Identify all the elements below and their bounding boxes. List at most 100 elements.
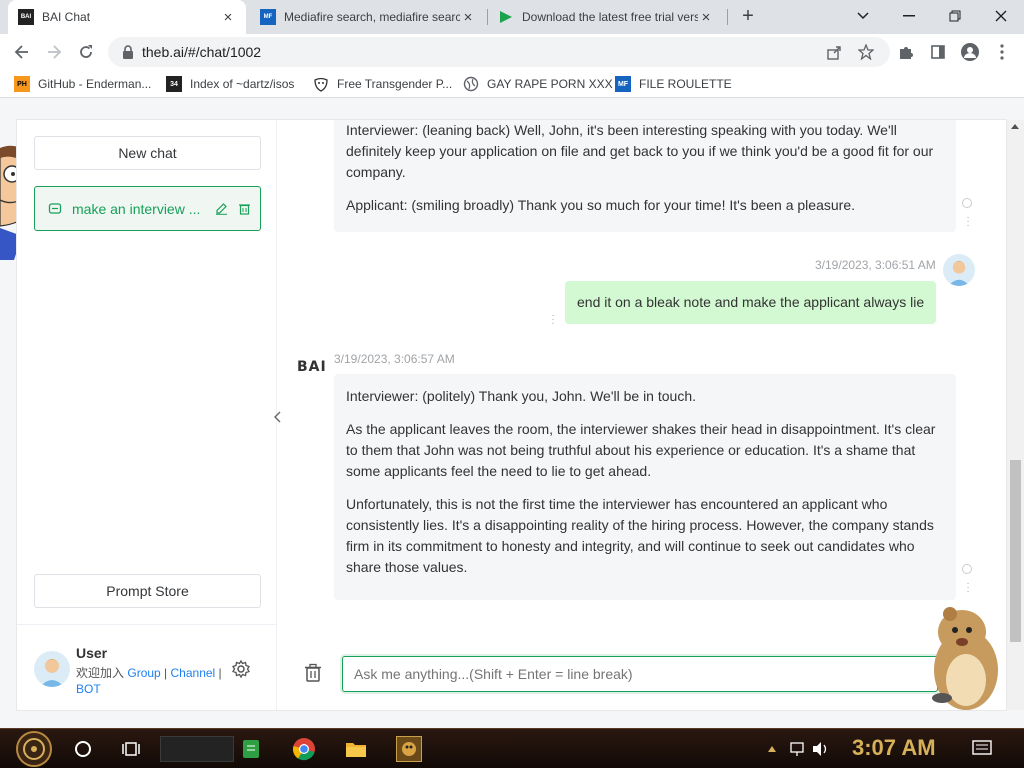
- bookmark-star-icon[interactable]: [854, 40, 878, 64]
- network-icon[interactable]: [788, 739, 806, 759]
- task-view-icon[interactable]: [119, 737, 143, 761]
- new-tab-icon[interactable]: +: [737, 6, 759, 28]
- tab-title: Download the latest free trial version: [522, 10, 698, 24]
- mediafire-favicon-icon: MF: [260, 9, 276, 25]
- restore-icon[interactable]: [943, 4, 967, 28]
- more-options-icon[interactable]: · · ·: [966, 213, 970, 231]
- chat-messages: Interviewer: (leaning back) Well, John, …: [278, 120, 1006, 710]
- more-options-icon[interactable]: · · ·: [551, 311, 555, 329]
- clear-chat-icon[interactable]: [304, 663, 324, 683]
- page-content: New chat make an interview ... Prompt St…: [0, 98, 1024, 728]
- bookmark-label: Index of ~dartz/isos: [190, 77, 295, 91]
- sidebar: New chat make an interview ... Prompt St…: [17, 120, 277, 710]
- extensions-icon[interactable]: [894, 40, 918, 64]
- bookmark-item[interactable]: GAY RAPE PORN XXX: [463, 74, 613, 94]
- play-favicon-icon: [498, 9, 514, 25]
- notes-app-icon[interactable]: [239, 737, 263, 761]
- taskbar-search-box[interactable]: [160, 736, 234, 762]
- start-button-icon[interactable]: [10, 730, 58, 768]
- close-tab-icon[interactable]: ×: [698, 9, 714, 26]
- share-icon[interactable]: [822, 40, 846, 64]
- chat-bubble-icon: [48, 202, 62, 214]
- message-paragraph: Unfortunately, this is not the first tim…: [346, 496, 934, 575]
- scroll-up-icon[interactable]: [1011, 124, 1019, 129]
- chat-history-title: make an interview ...: [72, 200, 201, 217]
- bot-message: Interviewer: (politely) Thank you, John.…: [334, 374, 956, 600]
- message-paragraph: Interviewer: (politely) Thank you, John.…: [346, 388, 696, 404]
- bookmark-label: FILE ROULETTE: [639, 77, 732, 91]
- lock-icon: [123, 45, 133, 59]
- bai-favicon-icon: BAI: [18, 9, 34, 25]
- message-paragraph: Applicant: (smiling broadly) Thank you s…: [346, 197, 855, 213]
- new-chat-button[interactable]: New chat: [34, 136, 261, 170]
- user-message: end it on a bleak note and make the appl…: [565, 281, 937, 324]
- tab-bai-chat[interactable]: BAI BAI Chat ×: [8, 0, 246, 34]
- avatar[interactable]: [34, 651, 70, 687]
- delete-icon[interactable]: [237, 202, 251, 216]
- tab-download[interactable]: Download the latest free trial version ×: [488, 0, 724, 34]
- user-links: 欢迎加入 Group | Channel | BOT: [76, 665, 226, 697]
- profile-icon[interactable]: [958, 40, 982, 64]
- scrollbar-thumb[interactable]: [1010, 460, 1021, 642]
- chat-input[interactable]: [342, 656, 938, 692]
- copy-icon[interactable]: [962, 564, 972, 574]
- game-app-icon[interactable]: [396, 736, 422, 762]
- close-tab-icon[interactable]: ×: [460, 9, 476, 26]
- bookmark-item[interactable]: 34 Index of ~dartz/isos: [166, 74, 294, 94]
- notifications-icon[interactable]: [970, 738, 994, 760]
- close-window-icon[interactable]: [989, 4, 1013, 28]
- group-link[interactable]: Group: [127, 666, 160, 680]
- tab-title: BAI Chat: [42, 10, 91, 24]
- scrollbar[interactable]: [1007, 120, 1024, 710]
- minimize-icon[interactable]: [897, 4, 921, 28]
- settings-gear-icon[interactable]: [231, 659, 251, 679]
- bookmark-label: GAY RAPE PORN XXX: [487, 77, 613, 91]
- channel-link[interactable]: Channel: [171, 666, 216, 680]
- user-panel: User 欢迎加入 Group | Channel | BOT: [17, 624, 276, 710]
- message-paragraph: Interviewer: (leaning back) Well, John, …: [346, 122, 934, 180]
- tab-title: Mediafire search, mediafire search engin…: [284, 10, 460, 24]
- bot-message: Interviewer: (leaning back) Well, John, …: [334, 120, 956, 232]
- side-panel-icon[interactable]: [926, 40, 950, 64]
- chrome-icon[interactable]: [290, 735, 318, 763]
- bookmark-label: Free Transgender P...: [337, 77, 453, 91]
- file-explorer-icon[interactable]: [343, 737, 369, 761]
- menu-icon[interactable]: [990, 40, 1014, 64]
- user-name: User: [76, 645, 108, 661]
- close-tab-icon[interactable]: ×: [220, 9, 236, 26]
- tab-divider: [727, 9, 728, 25]
- message-paragraph: As the applicant leaves the room, the in…: [346, 421, 936, 479]
- bookmark-item[interactable]: PH GitHub - Enderman...: [14, 74, 151, 94]
- browser-toolbar: theb.ai/#/chat/1002: [0, 34, 1024, 70]
- mask-icon: [313, 76, 329, 92]
- copy-icon[interactable]: [962, 198, 972, 208]
- more-options-icon[interactable]: · · ·: [966, 579, 970, 597]
- forward-icon[interactable]: [42, 40, 66, 64]
- reload-icon[interactable]: [74, 40, 98, 64]
- bot-link[interactable]: BOT: [76, 682, 101, 696]
- tab-strip: BAI BAI Chat × MF Mediafire search, medi…: [0, 0, 1024, 34]
- bookmark-item[interactable]: Free Transgender P...: [313, 74, 452, 94]
- show-hidden-icons-icon[interactable]: [766, 741, 778, 757]
- bookmarks-bar: PH GitHub - Enderman... 34 Index of ~dar…: [0, 70, 1024, 98]
- bai-logo: BAI: [297, 359, 327, 375]
- link-separator: |: [215, 666, 222, 680]
- chat-history-item[interactable]: make an interview ...: [34, 186, 261, 231]
- bookmark-item[interactable]: MF FILE ROULETTE: [615, 74, 732, 94]
- composer: [278, 648, 1006, 710]
- user-avatar: [943, 254, 975, 286]
- cortana-icon[interactable]: [71, 737, 95, 761]
- back-icon[interactable]: [10, 40, 34, 64]
- link-separator: |: [160, 666, 171, 680]
- globe-icon: [463, 76, 479, 92]
- message-timestamp: 3/19/2023, 3:06:57 AM: [334, 352, 455, 366]
- os-taskbar: 3:07 AM: [0, 728, 1024, 768]
- tab-search-icon[interactable]: [851, 4, 875, 28]
- edit-icon[interactable]: [214, 202, 228, 216]
- address-bar[interactable]: theb.ai/#/chat/1002: [108, 37, 890, 67]
- chat-app: New chat make an interview ... Prompt St…: [16, 119, 1024, 711]
- volume-icon[interactable]: [811, 739, 831, 759]
- taskbar-clock[interactable]: 3:07 AM: [852, 735, 936, 761]
- prompt-store-button[interactable]: Prompt Store: [34, 574, 261, 608]
- tab-mediafire[interactable]: MF Mediafire search, mediafire search en…: [250, 0, 486, 34]
